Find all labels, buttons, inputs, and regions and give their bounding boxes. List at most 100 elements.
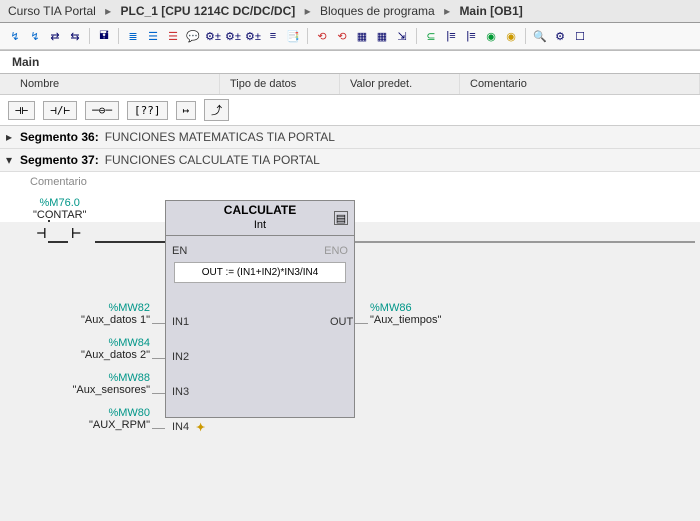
lad-contact-no[interactable]: ⊣⊢ <box>8 101 35 120</box>
lad-coil[interactable]: ─⊖─ <box>85 101 119 120</box>
input-in3[interactable]: %MW88 "Aux_sensores" <box>30 372 150 396</box>
wire <box>152 323 165 324</box>
calculate-block[interactable]: CALCULATE Int ▤ EN ENO OUT := (IN1+IN2)*… <box>165 200 355 418</box>
breadcrumb-sep: ▸ <box>444 4 450 18</box>
tag-name: "CONTAR" <box>33 209 86 221</box>
toolbar-icon[interactable]: ⚙± <box>224 27 242 45</box>
toolbar-icon[interactable]: ▦ <box>373 27 391 45</box>
toolbar-icon[interactable]: ⟲ <box>333 27 351 45</box>
lad-toolbar: ⊣⊢ ⊣/⊢ ─⊖─ [??] ↦ ⤴ <box>0 95 700 126</box>
wire <box>355 323 368 324</box>
calc-expression[interactable]: OUT := (IN1+IN2)*IN3/IN4 <box>174 262 346 283</box>
toolbar-icon[interactable]: 💬 <box>184 27 202 45</box>
segment-37[interactable]: ▾ Segmento 37: FUNCIONES CALCULATE TIA P… <box>0 149 700 172</box>
toolbar-icon[interactable]: |≡ <box>442 27 460 45</box>
segment-desc: FUNCIONES CALCULATE TIA PORTAL <box>105 153 320 167</box>
wire <box>355 241 695 243</box>
contact-contar[interactable]: %M76.0 "CONTAR" ⊣ ⊢ <box>33 197 86 242</box>
contact-symbol: ⊣ ⊢ <box>33 223 86 242</box>
lad-contact-nc[interactable]: ⊣/⊢ <box>43 101 77 120</box>
segment-comment[interactable]: Comentario <box>0 172 700 192</box>
tag-address: %MW88 <box>30 372 150 384</box>
toolbar-icon[interactable]: ⚙ <box>551 27 569 45</box>
col-tipo[interactable]: Tipo de datos <box>220 74 340 94</box>
port-in2: IN2 <box>172 351 189 363</box>
expand-icon[interactable]: ▸ <box>6 130 20 144</box>
toolbar-icon[interactable]: ↯ <box>26 27 44 45</box>
toolbar-icon[interactable]: ⚙± <box>244 27 262 45</box>
breadcrumb: Curso TIA Portal ▸ PLC_1 [CPU 1214C DC/D… <box>0 0 700 23</box>
wire <box>48 241 68 243</box>
input-in1[interactable]: %MW82 "Aux_datos 1" <box>40 302 150 326</box>
port-in4: IN4 <box>172 421 189 433</box>
toolbar-icon[interactable]: 🔍 <box>531 27 549 45</box>
breadcrumb-item[interactable]: Bloques de programa <box>320 4 435 18</box>
lad-branch[interactable]: ↦ <box>176 101 197 120</box>
port-out: OUT <box>330 316 353 328</box>
col-comentario[interactable]: Comentario <box>460 74 700 94</box>
input-in4[interactable]: %MW80 "AUX_RPM" <box>40 407 150 431</box>
toolbar-sep <box>89 28 90 44</box>
block-settings-icon[interactable]: ▤ <box>334 211 348 225</box>
toolbar-icon[interactable]: ☰ <box>144 27 162 45</box>
lad-box[interactable]: [??] <box>127 101 168 120</box>
toolbar-icon[interactable]: ≡ <box>264 27 282 45</box>
toolbar-icon[interactable]: ↯ <box>6 27 24 45</box>
toolbar-icon[interactable]: 📑 <box>284 27 302 45</box>
tag-address: %M76.0 <box>33 197 86 209</box>
block-type[interactable]: Int <box>166 219 354 236</box>
toolbar-sep <box>416 28 417 44</box>
tag-name: "Aux_sensores" <box>30 384 150 396</box>
toolbar-icon[interactable]: ⟲ <box>313 27 331 45</box>
tag-name: "Aux_tiempos" <box>370 314 441 326</box>
tag-address: %MW82 <box>40 302 150 314</box>
col-valor[interactable]: Valor predet. <box>340 74 460 94</box>
output-out[interactable]: %MW86 "Aux_tiempos" <box>370 302 441 326</box>
toolbar-icon[interactable]: ⇄ <box>46 27 64 45</box>
breadcrumb-item[interactable]: PLC_1 [CPU 1214C DC/DC/DC] <box>121 4 296 18</box>
toolbar-icon[interactable]: ≣ <box>124 27 142 45</box>
breadcrumb-sep: ▸ <box>105 4 111 18</box>
breadcrumb-sep: ▸ <box>305 4 311 18</box>
block-body: EN ENO OUT := (IN1+IN2)*IN3/IN4 <box>166 236 354 417</box>
wire <box>152 393 165 394</box>
port-in1: IN1 <box>172 316 189 328</box>
col-nombre[interactable]: Nombre <box>0 74 220 94</box>
toolbar-icon[interactable]: |≡ <box>462 27 480 45</box>
add-input-icon[interactable]: ✦ <box>196 421 205 434</box>
tag-name: "Aux_datos 2" <box>40 349 150 361</box>
toolbar-icon[interactable]: ⚙± <box>204 27 222 45</box>
wire <box>95 241 165 243</box>
block-title: CALCULATE <box>166 201 354 219</box>
input-in2[interactable]: %MW84 "Aux_datos 2" <box>40 337 150 361</box>
main-tab-label: Main <box>12 55 39 69</box>
toolbar-icon[interactable]: ☰ <box>164 27 182 45</box>
toolbar-icon[interactable]: ◉ <box>482 27 500 45</box>
toolbar-icon[interactable]: ⊆ <box>422 27 440 45</box>
main-tab[interactable]: Main <box>0 50 700 74</box>
lad-branch-close[interactable]: ⤴ <box>204 99 229 121</box>
toolbar-icon[interactable]: 🖬 <box>95 27 113 45</box>
interface-header: Nombre Tipo de datos Valor predet. Comen… <box>0 74 700 95</box>
toolbar-icon[interactable]: ⇆ <box>66 27 84 45</box>
tag-address: %MW84 <box>40 337 150 349</box>
toolbar-icon[interactable]: ⇲ <box>393 27 411 45</box>
ladder-network[interactable]: %M76.0 "CONTAR" ⊣ ⊢ CALCULATE Int ▤ EN E… <box>0 192 700 222</box>
segment-36[interactable]: ▸ Segmento 36: FUNCIONES MATEMATICAS TIA… <box>0 126 700 149</box>
toolbar: ↯ ↯ ⇄ ⇆ 🖬 ≣ ☰ ☰ 💬 ⚙± ⚙± ⚙± ≡ 📑 ⟲ ⟲ ▦ ▦ ⇲… <box>0 23 700 50</box>
collapse-icon[interactable]: ▾ <box>6 153 20 167</box>
port-eno: ENO <box>324 245 348 257</box>
breadcrumb-item[interactable]: Main [OB1] <box>459 4 522 18</box>
toolbar-sep <box>525 28 526 44</box>
toolbar-icon[interactable]: ◉ <box>502 27 520 45</box>
wire <box>152 428 165 429</box>
tag-name: "AUX_RPM" <box>40 419 150 431</box>
toolbar-icon[interactable]: ▦ <box>353 27 371 45</box>
segment-title: Segmento 36: <box>20 130 99 144</box>
toolbar-icon[interactable]: ☐ <box>571 27 589 45</box>
segment-desc: FUNCIONES MATEMATICAS TIA PORTAL <box>105 130 335 144</box>
breadcrumb-item[interactable]: Curso TIA Portal <box>8 4 96 18</box>
toolbar-sep <box>307 28 308 44</box>
tag-address: %MW80 <box>40 407 150 419</box>
port-in3: IN3 <box>172 386 189 398</box>
